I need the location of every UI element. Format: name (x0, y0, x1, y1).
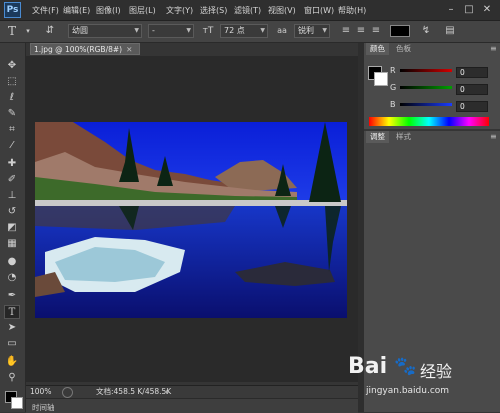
font-size-icon: ᴛT (202, 26, 214, 36)
close-tab-icon[interactable]: ✕ (126, 45, 132, 54)
maximize-button[interactable]: □ (462, 3, 476, 16)
options-bar: T ▾ ⇵ 幼圆 ▼ - ▼ ᴛT 72 点 ▼ aa 锐利 ▼ ≡ ≡ ≡ ↯ ▤ (0, 21, 500, 43)
align-left-icon[interactable]: ≡ (340, 25, 352, 37)
chevron-down-icon: ▼ (186, 27, 191, 34)
close-button[interactable]: ✕ (480, 3, 494, 16)
marquee-tool-icon[interactable]: ⬚ (4, 75, 20, 89)
menu-file[interactable]: 文件(F) (32, 5, 59, 16)
toolbox: ✥ ⬚ ℓ ✎ ⌗ ⁄ ✚ ✐ ⊥ ↺ ◩ ▦ ● ◔ ✒ T ➤ ▭ ✋ ⚲ (0, 43, 26, 412)
panel-menu-icon[interactable]: ≡ (490, 132, 497, 141)
status-menu-icon[interactable] (62, 387, 73, 398)
brush-tool-icon[interactable]: ✐ (4, 173, 20, 187)
font-family-select[interactable]: 幼圆 ▼ (68, 24, 142, 38)
watermark-brand: Bai (348, 354, 388, 379)
panel-background-swatch[interactable] (374, 72, 388, 86)
align-center-icon[interactable]: ≡ (355, 25, 367, 37)
history-brush-tool-icon[interactable]: ↺ (4, 205, 20, 219)
red-value[interactable]: 0 (456, 67, 488, 78)
menu-type[interactable]: 文字(Y) (166, 5, 193, 16)
menu-image[interactable]: 图像(I) (96, 5, 121, 16)
zoom-tool-icon[interactable]: ⚲ (4, 371, 20, 385)
menu-filter[interactable]: 滤镜(T) (234, 5, 261, 16)
chevron-down-icon: ▼ (322, 27, 327, 34)
healing-brush-tool-icon[interactable]: ✚ (4, 157, 20, 171)
chevron-down-icon: ▼ (134, 27, 139, 34)
move-tool-icon[interactable]: ✥ (4, 59, 20, 73)
status-arrow-icon[interactable]: ▸ (166, 386, 170, 397)
antialias-select[interactable]: 锐利 ▼ (294, 24, 330, 38)
type-tool-icon[interactable]: T (4, 305, 20, 319)
font-size-value: 72 点 (224, 26, 245, 35)
document-tab[interactable]: 1.jpg @ 100%(RGB/8#) ✕ (30, 43, 140, 55)
green-value[interactable]: 0 (456, 84, 488, 95)
text-orientation-icon[interactable]: ⇵ (44, 25, 56, 37)
dodge-tool-icon[interactable]: ◔ (4, 271, 20, 285)
zoom-level[interactable]: 100% (30, 386, 51, 397)
timeline-panel: 时间轴 (26, 398, 358, 413)
green-slider[interactable] (400, 86, 452, 89)
menu-help[interactable]: 帮助(H) (338, 5, 366, 16)
green-channel-label: G (390, 83, 397, 92)
align-right-icon[interactable]: ≡ (370, 25, 382, 37)
warp-text-icon[interactable]: ↯ (420, 25, 432, 37)
menu-bar: Ps 文件(F) 编辑(E) 图像(I) 图层(L) 文字(Y) 选择(S) 滤… (0, 0, 500, 21)
pen-tool-icon[interactable]: ✒ (4, 289, 20, 303)
antialias-icon: aa (277, 26, 287, 35)
status-bar: 100% 文档:458.5 K/458.5K ▸ (26, 385, 358, 398)
menu-view[interactable]: 视图(V) (268, 5, 296, 16)
font-style-value: - (152, 26, 155, 35)
blur-tool-icon[interactable]: ● (4, 255, 20, 269)
quick-select-tool-icon[interactable]: ✎ (4, 107, 20, 121)
font-style-select[interactable]: - ▼ (148, 24, 194, 38)
menu-window[interactable]: 窗口(W) (304, 5, 334, 16)
red-channel-label: R (390, 66, 396, 75)
photoshop-logo: Ps (4, 2, 21, 18)
background-color-swatch[interactable] (11, 397, 23, 409)
watermark-suffix: 经验 (420, 362, 453, 381)
red-slider[interactable] (400, 69, 452, 72)
document-size: 文档:458.5 K/458.5K (96, 387, 172, 396)
hand-tool-icon[interactable]: ✋ (4, 355, 20, 369)
clone-stamp-tool-icon[interactable]: ⊥ (4, 189, 20, 203)
color-spectrum-bar[interactable] (369, 117, 489, 126)
panel-menu-icon[interactable]: ≡ (490, 44, 497, 53)
type-tool-preset-icon[interactable]: T (6, 25, 18, 37)
lasso-tool-icon[interactable]: ℓ (4, 91, 20, 105)
menu-layer[interactable]: 图层(L) (129, 5, 156, 16)
menu-edit[interactable]: 编辑(E) (63, 5, 90, 16)
character-panel-icon[interactable]: ▤ (444, 25, 456, 37)
timeline-tab[interactable]: 时间轴 (32, 402, 55, 413)
baidu-watermark: Bai 🐾 经验 jingyan.baidu.com (330, 352, 500, 412)
blue-value[interactable]: 0 (456, 101, 488, 112)
landscape-photo[interactable] (35, 122, 347, 318)
chevron-down-icon: ▼ (260, 27, 265, 34)
text-color-swatch[interactable] (390, 25, 410, 37)
path-select-tool-icon[interactable]: ➤ (4, 321, 20, 335)
blue-channel-label: B (390, 100, 396, 109)
shape-tool-icon[interactable]: ▭ (4, 337, 20, 351)
minimize-button[interactable]: – (444, 3, 458, 16)
dropdown-arrow-icon[interactable]: ▾ (22, 25, 34, 37)
paw-logo-icon: 🐾 (394, 356, 417, 377)
font-size-select[interactable]: 72 点 ▼ (220, 24, 268, 38)
eraser-tool-icon[interactable]: ◩ (4, 221, 20, 235)
document-tab-title: 1.jpg @ 100%(RGB/8#) (34, 45, 123, 54)
watermark-url: jingyan.baidu.com (366, 386, 450, 396)
eyedropper-tool-icon[interactable]: ⁄ (4, 139, 20, 153)
tab-color[interactable]: 颜色 (366, 43, 389, 55)
menu-select[interactable]: 选择(S) (200, 5, 227, 16)
tab-styles[interactable]: 样式 (392, 131, 415, 143)
antialias-value: 锐利 (298, 26, 314, 35)
tab-swatches[interactable]: 色板 (392, 43, 415, 55)
tab-adjustments[interactable]: 调整 (366, 131, 389, 143)
blue-slider[interactable] (400, 103, 452, 106)
crop-tool-icon[interactable]: ⌗ (4, 123, 20, 137)
gradient-tool-icon[interactable]: ▦ (4, 237, 20, 251)
font-family-value: 幼圆 (72, 26, 88, 35)
